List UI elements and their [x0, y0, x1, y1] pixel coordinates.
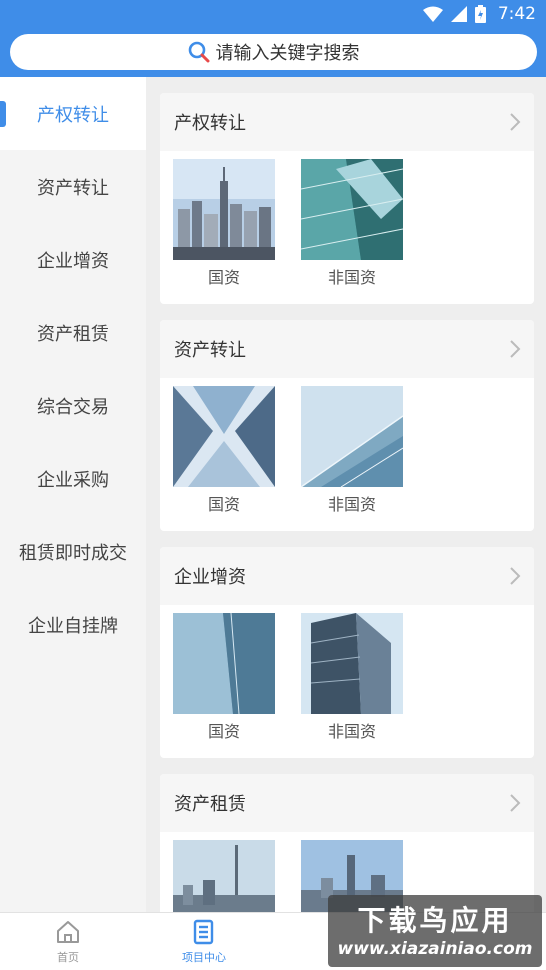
home-icon	[57, 921, 79, 943]
section-card: 资产租赁	[160, 774, 534, 912]
section-header[interactable]: 产权转让	[160, 93, 534, 151]
tile-state-owned[interactable]: 国资	[173, 159, 275, 288]
chevron-right-icon	[510, 794, 521, 812]
sidebar-item-label: 租赁即时成交	[19, 542, 127, 564]
category-sidebar: 产权转让 资产转让 企业增资 资产租赁 综合交易 企业采购 租赁即时成交 企业自…	[0, 77, 146, 912]
watermark-url: www.xiazainiao.com	[337, 939, 533, 959]
app-header: 7:42 请输入关键字搜索	[0, 0, 546, 77]
sidebar-item-asset-lease[interactable]: 资产租赁	[0, 296, 146, 369]
sidebar-item-asset-transfer[interactable]: 资产转让	[0, 150, 146, 223]
status-time: 7:42	[497, 4, 536, 24]
nav-item-project-center[interactable]: 项目中心	[164, 919, 244, 965]
tile-label: 非国资	[327, 268, 376, 287]
section-body: 国资 非国资	[160, 151, 534, 304]
sidebar-item-procurement[interactable]: 企业采购	[0, 442, 146, 515]
section-title: 资产转让	[174, 340, 246, 361]
sidebar-item-equity-transfer[interactable]: 产权转让	[0, 77, 146, 150]
section-card: 资产转让 国资 非国资	[160, 320, 534, 531]
search-placeholder: 请输入关键字搜索	[215, 43, 360, 64]
sidebar-item-label: 企业采购	[37, 469, 109, 491]
search-icon	[188, 41, 209, 63]
section-title: 资产租赁	[174, 794, 246, 815]
search-input[interactable]: 请输入关键字搜索	[10, 34, 537, 70]
chevron-right-icon	[510, 340, 521, 358]
watermark-logo: 下载鸟应用 www.xiazainiao.com	[328, 895, 542, 967]
sidebar-item-label: 企业自挂牌	[28, 615, 118, 637]
signal-icon	[450, 6, 467, 22]
glass-facade-thumbnail	[301, 386, 403, 487]
nav-label: 项目中心	[182, 951, 226, 964]
sidebar-item-capital-increase[interactable]: 企业增资	[0, 223, 146, 296]
city-tower-thumbnail	[173, 840, 275, 912]
sidebar-item-label: 资产租赁	[37, 323, 109, 345]
skyscraper-lookup-thumbnail	[173, 386, 275, 487]
tile-non-state-owned[interactable]: 非国资	[301, 386, 403, 515]
status-bar: 7:42	[0, 0, 546, 30]
office-tower-thumbnail	[301, 613, 403, 714]
sidebar-item-label: 企业增资	[37, 250, 109, 272]
section-header[interactable]: 资产租赁	[160, 774, 534, 832]
sidebar-item-self-listing[interactable]: 企业自挂牌	[0, 588, 146, 661]
section-header[interactable]: 企业增资	[160, 547, 534, 605]
section-header[interactable]: 资产转让	[160, 320, 534, 378]
active-indicator	[0, 101, 6, 127]
nav-label: 首页	[57, 951, 79, 964]
status-icons: 7:42	[422, 3, 536, 25]
sidebar-item-label: 综合交易	[37, 396, 109, 418]
tile-label: 国资	[207, 495, 240, 514]
nav-item-home[interactable]: 首页	[28, 919, 108, 965]
battery-icon	[474, 5, 486, 23]
section-body: 国资 非国资	[160, 605, 534, 758]
wifi-icon	[422, 6, 443, 22]
sidebar-item-general-trading[interactable]: 综合交易	[0, 369, 146, 442]
section-title: 产权转让	[174, 113, 246, 134]
sidebar-item-label: 资产转让	[37, 177, 109, 199]
chevron-right-icon	[510, 113, 521, 131]
tile-state-owned[interactable]	[173, 840, 275, 912]
tile-state-owned[interactable]: 国资	[173, 386, 275, 515]
tile-label: 非国资	[327, 722, 376, 741]
tile-state-owned[interactable]: 国资	[173, 613, 275, 742]
section-card: 企业增资 国资 非国资	[160, 547, 534, 758]
tile-non-state-owned[interactable]: 非国资	[301, 613, 403, 742]
tower-corner-thumbnail	[173, 613, 275, 714]
section-body: 国资 非国资	[160, 378, 534, 531]
watermark-title: 下载鸟应用	[357, 904, 513, 937]
tile-non-state-owned[interactable]: 非国资	[301, 159, 403, 288]
document-icon	[193, 919, 214, 945]
tile-label: 非国资	[327, 495, 376, 514]
sidebar-item-instant-lease[interactable]: 租赁即时成交	[0, 515, 146, 588]
section-card: 产权转让 国资 非国资	[160, 93, 534, 304]
glass-building-thumbnail	[301, 159, 403, 260]
city-skyline-thumbnail	[173, 159, 275, 260]
section-title: 企业增资	[174, 567, 246, 588]
tile-label: 国资	[207, 268, 240, 287]
content-panel: 产权转让 国资 非国资 资产转让 国资 非国资 企业增资 国资 非国资 资产租赁	[146, 77, 546, 912]
chevron-right-icon	[510, 567, 521, 585]
sidebar-item-label: 产权转让	[37, 104, 109, 126]
tile-label: 国资	[207, 722, 240, 741]
